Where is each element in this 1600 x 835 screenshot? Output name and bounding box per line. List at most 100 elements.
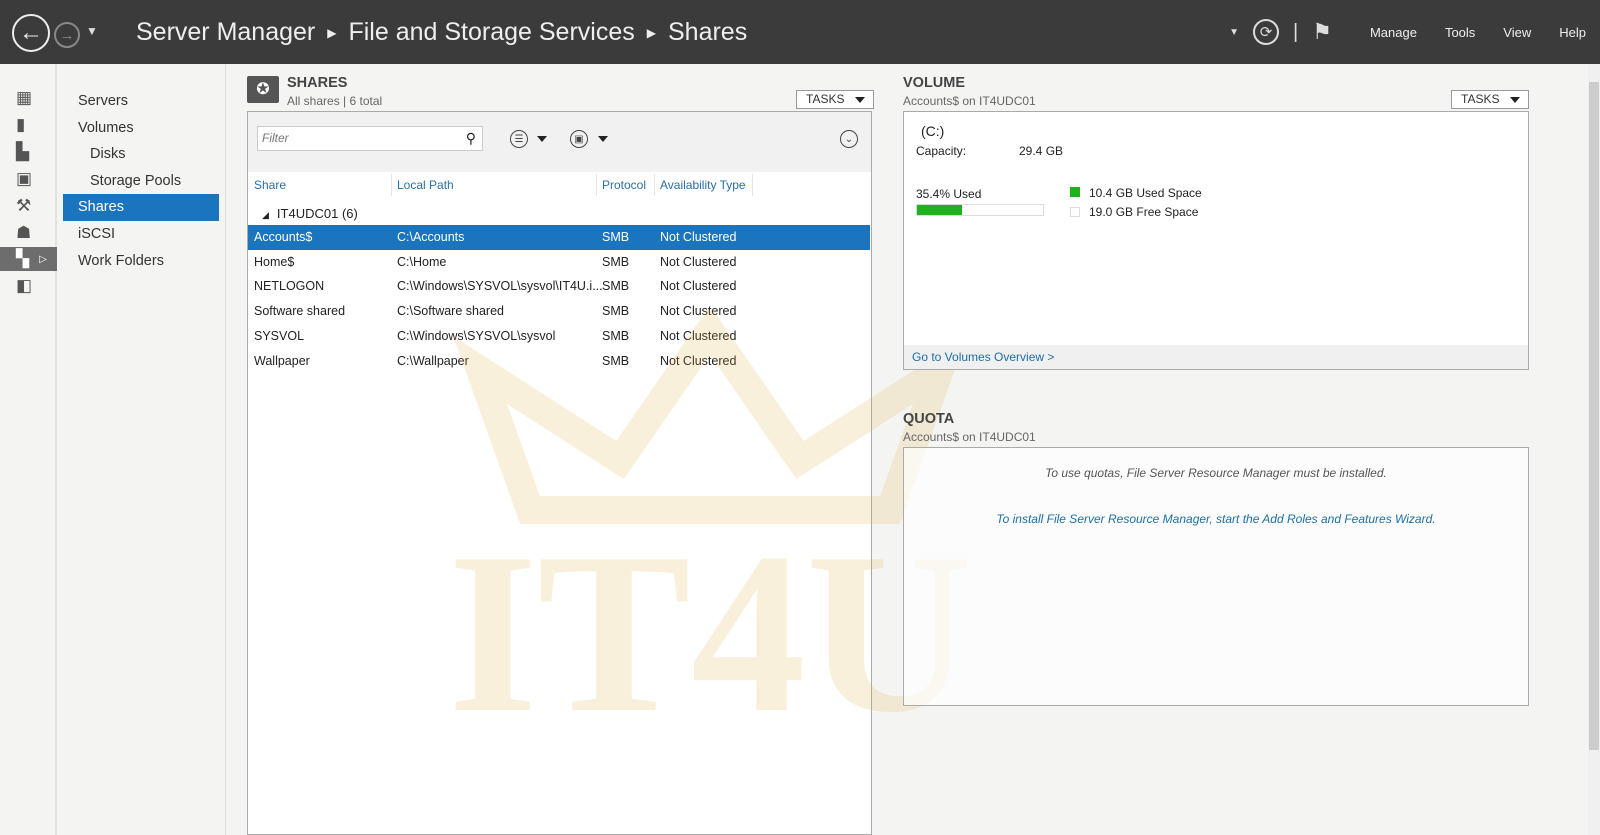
protocol: SMB <box>602 353 630 368</box>
collapse-icon[interactable]: ◢ <box>262 210 269 220</box>
chevron-right-icon: ▶ <box>327 25 337 40</box>
free-space-swatch <box>1070 207 1080 217</box>
quota-message: To use quotas, File Server Resource Mana… <box>1045 466 1387 480</box>
share-name: Accounts$ <box>254 230 313 244</box>
protocol: SMB <box>602 254 630 269</box>
add-roles-wizard-link[interactable]: To install File Server Resource Manager,… <box>904 512 1528 526</box>
menu-manage[interactable]: Manage <box>1370 25 1417 40</box>
shares-folder-icon: ✪ <box>247 76 279 103</box>
shares-panel: Filter ⚲ ☰ ▣ ⌄ Share Local Path Protocol … <box>247 111 872 835</box>
shares-title: SHARES <box>287 75 348 91</box>
subnav-servers[interactable]: Servers <box>63 88 219 115</box>
local-path: C:\Windows\SYSVOL\sysvol <box>397 328 556 343</box>
protocol: SMB <box>602 328 630 343</box>
shares-subtitle: All shares | 6 total <box>287 94 383 108</box>
used-space-swatch <box>1070 187 1080 197</box>
free-space-label: 19.0 GB Free Space <box>1089 205 1199 219</box>
local-path: C:\Wallpaper <box>397 353 469 368</box>
subnav-iscsi[interactable]: iSCSI <box>63 221 219 248</box>
volume-panel: (C:) Capacity: 29.4 GB 35.4% Used 10.4 G… <box>903 111 1529 370</box>
used-percent-label: 35.4% Used <box>916 187 982 201</box>
share-name: NETLOGON <box>254 279 325 294</box>
share-name: Software shared <box>254 304 346 319</box>
divider: | <box>1293 20 1299 43</box>
capacity-value: 29.4 GB <box>1019 144 1064 158</box>
server-group-icon[interactable]: ▣ <box>0 167 57 191</box>
refresh-dropdown-icon[interactable]: ▼ <box>1229 27 1239 38</box>
availability-type: Not Clustered <box>660 254 737 269</box>
volume-subtitle: Accounts$ on IT4UDC01 <box>903 94 1036 108</box>
menu-tools[interactable]: Tools <box>1445 25 1475 40</box>
menu-view[interactable]: View <box>1503 25 1531 40</box>
quota-title: QUOTA <box>903 411 955 427</box>
availability-type: Not Clustered <box>660 328 737 343</box>
volumes-overview-link[interactable]: Go to Volumes Overview > <box>904 345 1528 369</box>
availability-type: Not Clustered <box>660 279 737 294</box>
breadcrumb-server-manager[interactable]: Server Manager <box>136 18 315 47</box>
breadcrumb-file-storage[interactable]: File and Storage Services <box>348 18 634 47</box>
filter-input[interactable]: Filter ⚲ <box>257 126 483 151</box>
subnav-disks[interactable]: Disks <box>63 141 219 168</box>
tools-role-icon[interactable]: ⚒ <box>0 194 57 218</box>
volume-title: VOLUME <box>903 75 966 91</box>
table-row[interactable]: NETLOGON C:\Windows\SYSVOL\sysvol\IT4U.i.… <box>248 274 870 299</box>
usage-bar-fill <box>917 205 962 215</box>
dashboard-icon[interactable]: ▦ <box>0 86 57 110</box>
all-servers-icon[interactable]: ▙ <box>0 140 57 164</box>
role-icon[interactable]: ☗ <box>0 221 57 245</box>
notifications-flag-icon[interactable]: ⚑ <box>1312 19 1332 45</box>
availability-type: Not Clustered <box>660 230 737 244</box>
file-storage-subnav: Servers Volumes Disks Storage Pools Shar… <box>58 64 226 835</box>
filter-bar: Filter ⚲ ☰ ▣ ⌄ <box>248 112 871 172</box>
chevron-right-icon: ▶ <box>646 25 656 40</box>
subnav-shares[interactable]: Shares <box>63 194 219 221</box>
column-availability-type[interactable]: Availability Type <box>655 174 753 196</box>
protocol: SMB <box>602 230 630 244</box>
column-protocol[interactable]: Protocol <box>597 174 655 196</box>
local-server-icon[interactable]: ▮ <box>0 113 57 137</box>
title-bar: ← → ▼ Server Manager ▶ File and Storage … <box>0 0 1600 64</box>
table-row[interactable]: SYSVOL C:\Windows\SYSVOL\sysvol SMB Not Clu… <box>248 324 870 349</box>
protocol: SMB <box>602 304 630 319</box>
list-options-icon[interactable]: ☰ <box>510 130 528 148</box>
capacity-label: Capacity: <box>916 144 967 158</box>
quota-panel: To use quotas, File Server Resource Mana… <box>903 447 1529 706</box>
volume-tasks-button[interactable]: TASKS <box>1451 90 1529 109</box>
table-row[interactable]: Home$ C:\Home SMB Not Clustered <box>248 250 870 275</box>
local-path: C:\Home <box>397 254 447 269</box>
subnav-work-folders[interactable]: Work Folders <box>63 248 219 275</box>
breadcrumb-shares: Shares <box>667 18 748 46</box>
availability-type: Not Clustered <box>660 353 737 368</box>
scrollbar-thumb[interactable] <box>1589 82 1599 750</box>
table-row[interactable]: Wallpaper C:\Wallpaper SMB Not Clustered <box>248 349 870 374</box>
breadcrumb: Server Manager ▶ File and Storage Servic… <box>136 18 747 47</box>
column-local-path[interactable]: Local Path <box>392 174 597 196</box>
menu-help[interactable]: Help <box>1559 25 1586 40</box>
subnav-storage-pools[interactable]: Storage Pools <box>63 168 219 195</box>
shares-tasks-button[interactable]: TASKS <box>796 90 874 109</box>
column-share[interactable]: Share <box>249 174 392 196</box>
table-row[interactable]: Software shared C:\Software shared SMB Not … <box>248 299 870 324</box>
availability-type: Not Clustered <box>660 304 737 319</box>
chevron-down-icon[interactable] <box>598 136 608 142</box>
save-query-icon[interactable]: ▣ <box>570 130 588 148</box>
table-row[interactable]: Accounts$ C:\Accounts SMB Not Clustered <box>248 225 870 250</box>
back-button[interactable]: ← <box>12 14 50 52</box>
drive-label: (C:) <box>921 123 945 139</box>
subnav-volumes[interactable]: Volumes <box>63 115 219 142</box>
quota-subtitle: Accounts$ on IT4UDC01 <box>903 430 1036 444</box>
file-storage-services-icon[interactable]: ▚ ▷ <box>0 247 57 271</box>
local-path: C:\Software shared <box>397 304 504 319</box>
protocol: SMB <box>602 279 630 294</box>
vertical-scrollbar[interactable] <box>1588 64 1600 835</box>
refresh-icon[interactable]: ⟳ <box>1253 19 1280 45</box>
chevron-down-icon[interactable] <box>537 136 547 142</box>
history-dropdown[interactable]: ▼ <box>86 24 98 38</box>
search-icon: ⚲ <box>465 130 476 146</box>
wsus-icon[interactable]: ◧ <box>0 274 57 298</box>
expand-icon[interactable]: ⌄ <box>840 130 858 148</box>
group-header[interactable]: ◢ IT4UDC01 (6) <box>262 206 358 221</box>
share-name: Home$ <box>254 254 295 269</box>
forward-button[interactable]: → <box>54 22 80 48</box>
share-name: Wallpaper <box>254 353 310 368</box>
